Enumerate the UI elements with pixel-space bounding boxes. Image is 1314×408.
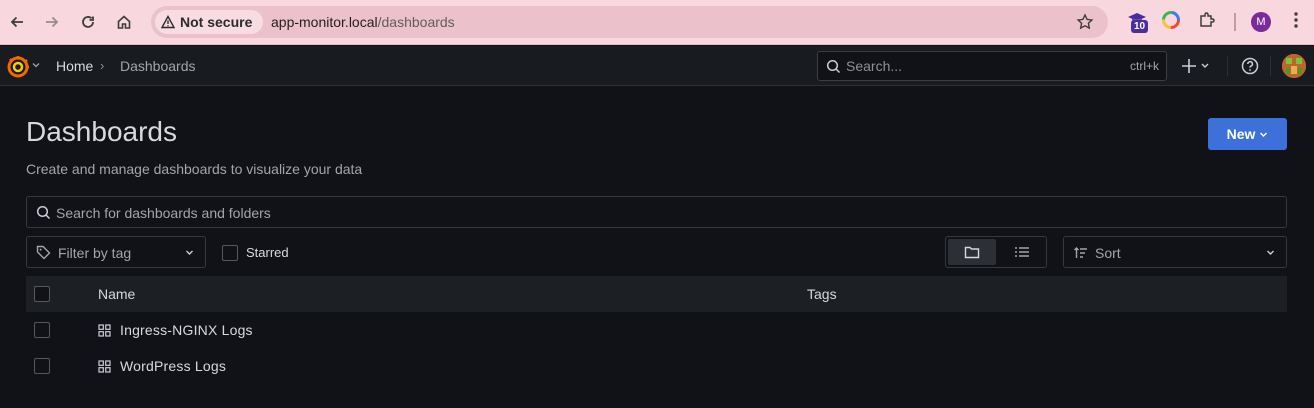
- grafana-logo-icon[interactable]: [6, 55, 30, 79]
- chevron-down-icon: [1266, 248, 1275, 257]
- search-icon: [36, 205, 51, 220]
- extension-badge: 10: [1131, 20, 1149, 33]
- breadcrumb-separator: ›: [100, 58, 105, 73]
- dashboard-name-link[interactable]: Ingress-NGINX Logs: [120, 322, 253, 338]
- table-row[interactable]: WordPress Logs: [26, 348, 1287, 384]
- dashboard-grid-icon: [98, 324, 111, 337]
- table-header: Name Tags: [26, 276, 1287, 312]
- app-topbar: Home › Dashboards Search... ctrl+k: [0, 46, 1314, 86]
- user-avatar[interactable]: [1282, 54, 1306, 78]
- browser-toolbar: Not secure app-monitor.local/dashboards …: [0, 0, 1314, 45]
- search-shortcut: ctrl+k: [1129, 59, 1159, 73]
- back-icon[interactable]: [5, 10, 29, 34]
- sort-label: Sort: [1095, 245, 1121, 261]
- breadcrumb-home[interactable]: Home: [56, 58, 93, 74]
- tag-icon: [36, 245, 51, 260]
- topbar-divider: [1227, 56, 1228, 76]
- starred-label[interactable]: Starred: [246, 245, 289, 260]
- dashboard-name-link[interactable]: WordPress Logs: [120, 358, 226, 374]
- dashboard-search-input[interactable]: Search for dashboards and folders: [26, 196, 1287, 228]
- dashboard-grid-icon: [98, 360, 111, 373]
- forward-icon[interactable]: [40, 10, 64, 34]
- home-icon[interactable]: [112, 10, 136, 34]
- url-host: app-monitor.local: [271, 14, 378, 30]
- global-search-placeholder: Search...: [846, 58, 903, 74]
- address-bar[interactable]: Not secure app-monitor.local/dashboards: [151, 6, 1108, 38]
- page-subtitle: Create and manage dashboards to visualiz…: [26, 161, 363, 177]
- new-button-label: New: [1226, 126, 1256, 142]
- global-search-input[interactable]: Search... ctrl+k: [817, 51, 1167, 81]
- extensions-puzzle-icon[interactable]: [1198, 11, 1216, 29]
- column-header-tags: Tags: [807, 286, 837, 302]
- search-icon: [826, 59, 841, 74]
- help-icon[interactable]: [1240, 56, 1260, 76]
- row-checkbox[interactable]: [34, 322, 50, 338]
- dashboard-search-placeholder: Search for dashboards and folders: [56, 205, 271, 221]
- chevron-down-icon[interactable]: [32, 61, 40, 69]
- sort-icon: [1073, 246, 1089, 260]
- view-mode-toggle: [945, 236, 1047, 268]
- browser-menu-icon[interactable]: [1289, 11, 1303, 29]
- table-row[interactable]: Ingress-NGINX Logs: [26, 312, 1287, 348]
- url-path: /dashboards: [377, 14, 455, 30]
- chevron-down-icon: [1260, 132, 1268, 137]
- column-header-name[interactable]: Name: [98, 286, 135, 302]
- topbar-divider: [1270, 56, 1271, 76]
- chevron-down-icon: [185, 248, 194, 257]
- tag-filter-placeholder: Filter by tag: [58, 245, 132, 261]
- list-icon: [1015, 247, 1029, 257]
- breadcrumb-current: Dashboards: [120, 58, 196, 74]
- extension-color-wheel-icon[interactable]: [1162, 11, 1180, 29]
- url-text[interactable]: app-monitor.local/dashboards: [271, 14, 455, 30]
- starred-checkbox[interactable]: [222, 245, 238, 261]
- security-label: Not secure: [180, 14, 253, 30]
- select-all-checkbox[interactable]: [34, 286, 50, 302]
- page-title: Dashboards: [26, 116, 177, 147]
- bookmark-star-icon[interactable]: [1076, 13, 1094, 31]
- toolbar-divider: [1234, 13, 1236, 31]
- list-view-button[interactable]: [998, 239, 1046, 265]
- security-chip[interactable]: Not secure: [155, 10, 263, 34]
- new-button[interactable]: New: [1208, 118, 1287, 150]
- add-menu-button[interactable]: [1180, 56, 1210, 76]
- profile-avatar[interactable]: M: [1251, 12, 1271, 32]
- sort-select[interactable]: Sort: [1063, 236, 1287, 268]
- folder-icon: [964, 246, 980, 259]
- tag-filter-select[interactable]: Filter by tag: [26, 236, 206, 268]
- row-checkbox[interactable]: [34, 358, 50, 374]
- warning-icon: [161, 15, 175, 29]
- reload-icon[interactable]: [76, 10, 100, 34]
- folder-view-button[interactable]: [948, 239, 996, 265]
